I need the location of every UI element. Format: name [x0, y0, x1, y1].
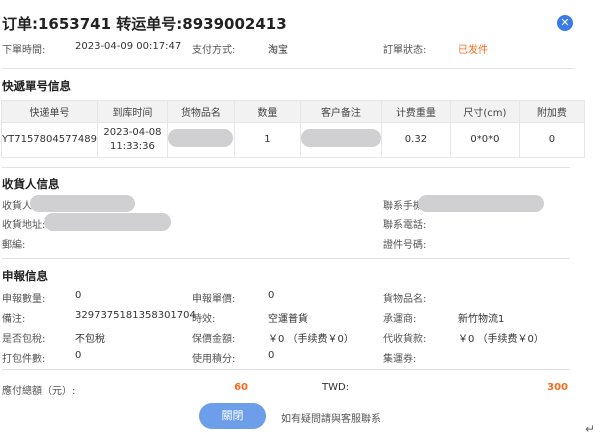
pay-method: 淘宝 — [268, 45, 288, 56]
pay-label: 支付方式: — [192, 45, 236, 56]
weight: 0.32 — [380, 122, 451, 158]
declare-label: 備注: — [2, 314, 26, 325]
declare-label: 時效: — [192, 314, 216, 325]
declare-label: 打包件數: — [2, 354, 46, 365]
redacted — [300, 128, 381, 147]
help-note: 如有疑問請與客服聯系 — [281, 414, 381, 425]
col-header: 客户备注 — [299, 100, 382, 123]
col-header: 快递单号 — [1, 100, 98, 123]
col-header: 尺寸(cm) — [449, 100, 520, 123]
total-value: 60 — [234, 382, 248, 393]
col-header: 数量 — [233, 100, 301, 123]
declare-value: 3297375181358301704 — [75, 310, 196, 321]
return-icon: ↵ — [585, 422, 596, 436]
divider — [2, 369, 570, 370]
redacted — [168, 128, 234, 147]
goods-name — [166, 122, 235, 158]
declare-value: ￥0 （手续费￥0） — [458, 334, 544, 345]
status-label: 訂單狀态: — [383, 45, 427, 56]
declare-value: 0 — [268, 290, 275, 301]
phone-label: 聯系電話: — [383, 220, 427, 231]
col-header: 计费重量 — [380, 100, 451, 123]
status-badge: 已发件 — [458, 45, 488, 56]
order-time: 2023-04-09 00:17:47 — [75, 41, 182, 52]
table-row: YT7157804577489 2023-04-08 11:33:36 1 0.3… — [1, 122, 585, 158]
declare-label: 申報單價: — [192, 294, 236, 305]
page-title: 订单:1653741 转运单号:8939002413 — [2, 15, 287, 33]
order-time-label: 下單時間: — [2, 45, 46, 56]
divider — [2, 258, 570, 259]
divider — [2, 68, 575, 69]
declare-value: 0 — [75, 290, 82, 301]
declare-label: 保價金額: — [192, 334, 236, 345]
total-label: 應付總額（元）: — [2, 386, 76, 397]
quantity: 1 — [233, 122, 301, 158]
express-table: 快递单号 到库时间 货物品名 数量 客户备注 计费重量 尺寸(cm) 附加费 Y… — [1, 100, 585, 158]
declare-label: 代收貨款: — [383, 334, 427, 345]
size: 0*0*0 — [449, 122, 520, 158]
declare-label: 集運券: — [383, 354, 417, 365]
id-label: 證件号碼: — [383, 240, 427, 251]
receiver-section-title: 收貨人信息 — [2, 177, 60, 191]
declare-value: 不包稅 — [75, 334, 105, 345]
declare-value: 0 — [268, 350, 275, 361]
col-header: 货物品名 — [166, 100, 235, 123]
declare-value: 新竹物流1 — [458, 314, 505, 325]
declare-label: 是否包稅: — [2, 334, 46, 345]
zip-label: 郵編: — [2, 240, 26, 251]
declare-label: 使用積分: — [192, 354, 236, 365]
close-button[interactable]: 關閉 — [199, 403, 266, 429]
arrival-date: 2023-04-08 — [103, 127, 162, 138]
divider — [2, 167, 570, 168]
twd-value: 300 — [547, 382, 568, 393]
arrival-clock: 11:33:36 — [109, 141, 155, 152]
declare-value: 0 — [75, 350, 82, 361]
declare-section-title: 申報信息 — [2, 269, 48, 283]
express-section-title: 快遞單号信息 — [2, 79, 71, 93]
close-icon[interactable]: ✕ — [557, 15, 573, 31]
declare-label: 承運商: — [383, 314, 417, 325]
redacted — [418, 195, 544, 212]
redacted — [44, 213, 171, 231]
redacted — [30, 195, 135, 212]
col-header: 附加费 — [518, 100, 585, 123]
arrival-time: 2023-04-08 11:33:36 — [96, 122, 168, 158]
express-no: YT7157804577489 — [1, 122, 98, 158]
declare-value: ￥0 （手续费￥0） — [268, 334, 354, 345]
declare-value: 空運普貨 — [268, 314, 308, 325]
table-header: 快递单号 到库时间 货物品名 数量 客户备注 计费重量 尺寸(cm) 附加费 — [1, 100, 585, 123]
declare-label: 貨物品名: — [383, 294, 427, 305]
declare-label: 申報數量: — [2, 294, 46, 305]
col-header: 到库时间 — [96, 100, 168, 123]
address-label: 收貨地址: — [2, 220, 46, 231]
extra-fee: 0 — [518, 122, 585, 158]
twd-label: TWD: — [322, 382, 350, 393]
customer-note — [299, 122, 382, 158]
